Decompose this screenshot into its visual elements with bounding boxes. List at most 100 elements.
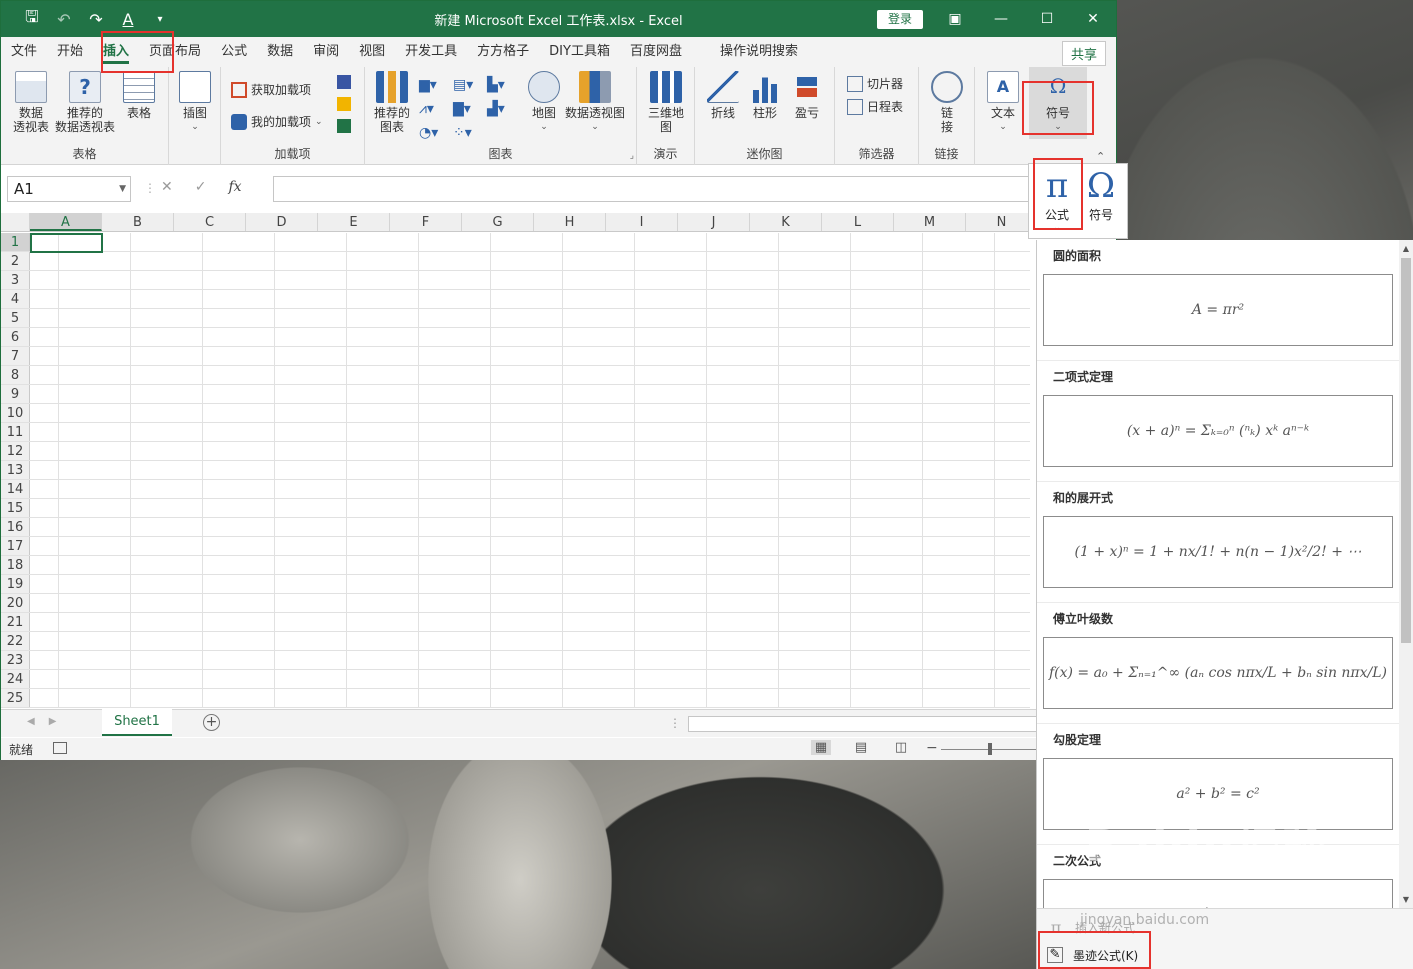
row-cells[interactable] bbox=[30, 442, 1030, 460]
collapse-ribbon-icon[interactable]: ⌃ bbox=[1096, 150, 1105, 163]
column-header[interactable]: N bbox=[966, 213, 1031, 231]
row-header[interactable]: 16 bbox=[1, 518, 30, 536]
equation-item[interactable]: 傅立叶级数 f(x) = a₀ + Σₙ₌₁^∞ (aₙ cos nπx/L + … bbox=[1037, 603, 1399, 724]
tab-0[interactable]: 文件 bbox=[1, 37, 47, 67]
close-icon[interactable]: ✕ bbox=[1070, 1, 1116, 37]
sparkline-line-button[interactable]: 折线 bbox=[703, 71, 743, 120]
row-cells[interactable] bbox=[30, 347, 1030, 365]
select-all-corner[interactable] bbox=[1, 213, 30, 231]
row-cells[interactable] bbox=[30, 594, 1030, 612]
row-cells[interactable] bbox=[30, 252, 1030, 270]
combo-chart-icon[interactable]: ▟▾ bbox=[487, 101, 505, 117]
my-addins-button[interactable]: 我的加载项 ⌄ bbox=[231, 113, 323, 130]
recommended-pivot-button[interactable]: ? 推荐的 数据透视表 bbox=[53, 71, 117, 134]
row-header[interactable]: 21 bbox=[1, 613, 30, 631]
row-header[interactable]: 4 bbox=[1, 290, 30, 308]
get-addins-button[interactable]: 获取加载项 bbox=[231, 81, 311, 98]
tab-6[interactable]: 审阅 bbox=[303, 37, 349, 67]
scroll-up-icon[interactable]: ▲ bbox=[1399, 244, 1413, 253]
equation-item[interactable]: 二项式定理 (x + a)ⁿ = Σₖ₌₀ⁿ (ⁿₖ) xᵏ aⁿ⁻ᵏ bbox=[1037, 361, 1399, 482]
redo-icon[interactable]: ↷ bbox=[83, 10, 109, 29]
row-cells[interactable] bbox=[30, 233, 1030, 251]
row-header[interactable]: 5 bbox=[1, 309, 30, 327]
tab-4[interactable]: 公式 bbox=[211, 37, 257, 67]
slicer-button[interactable]: 切片器 bbox=[847, 75, 903, 92]
row-cells[interactable] bbox=[30, 556, 1030, 574]
column-header[interactable]: K bbox=[750, 213, 822, 231]
row-cells[interactable] bbox=[30, 651, 1030, 669]
row-cells[interactable] bbox=[30, 385, 1030, 403]
column-header[interactable]: F bbox=[390, 213, 462, 231]
row-header[interactable]: 20 bbox=[1, 594, 30, 612]
ribbon-display-icon[interactable]: ▣ bbox=[932, 1, 978, 37]
column-header[interactable]: G bbox=[462, 213, 534, 231]
row-cells[interactable] bbox=[30, 271, 1030, 289]
people-graph-icon[interactable] bbox=[337, 119, 351, 133]
row-header[interactable]: 25 bbox=[1, 689, 30, 707]
timeline-button[interactable]: 日程表 bbox=[847, 98, 903, 115]
equation-preview[interactable]: A = πr² bbox=[1043, 274, 1393, 346]
row-header[interactable]: 9 bbox=[1, 385, 30, 403]
row-cells[interactable] bbox=[30, 575, 1030, 593]
equation-preview[interactable]: (1 + x)ⁿ = 1 + nx/1! + n(n − 1)x²/2! + ⋯ bbox=[1043, 516, 1393, 588]
row-header[interactable]: 12 bbox=[1, 442, 30, 460]
chevron-down-icon[interactable]: ▼ bbox=[119, 177, 126, 201]
tab-1[interactable]: 开始 bbox=[47, 37, 93, 67]
row-header[interactable]: 7 bbox=[1, 347, 30, 365]
row-cells[interactable] bbox=[30, 423, 1030, 441]
sparkline-winloss-button[interactable]: 盈亏 bbox=[787, 71, 827, 120]
zoom-out-icon[interactable]: − bbox=[926, 740, 938, 756]
pivot-chart-button[interactable]: 数据透视图 ⌄ bbox=[563, 71, 627, 134]
row-header[interactable]: 13 bbox=[1, 461, 30, 479]
column-header[interactable]: H bbox=[534, 213, 606, 231]
scroll-down-icon[interactable]: ▼ bbox=[1399, 895, 1413, 904]
tab-9[interactable]: 方方格子 bbox=[467, 37, 539, 67]
column-header[interactable]: J bbox=[678, 213, 750, 231]
bing-icon[interactable] bbox=[337, 97, 351, 111]
undo-icon[interactable]: ↶ bbox=[51, 10, 77, 29]
row-header[interactable]: 17 bbox=[1, 537, 30, 555]
text-button[interactable]: A 文本 ⌄ bbox=[985, 71, 1021, 134]
row-header[interactable]: 3 bbox=[1, 271, 30, 289]
row-cells[interactable] bbox=[30, 518, 1030, 536]
equation-item[interactable]: 圆的面积 A = πr² bbox=[1037, 240, 1399, 361]
row-header[interactable]: 24 bbox=[1, 670, 30, 688]
column-header[interactable]: D bbox=[246, 213, 318, 231]
horizontal-scrollbar[interactable] bbox=[688, 716, 1038, 732]
row-cells[interactable] bbox=[30, 328, 1030, 346]
column-chart-icon[interactable]: ▆▾ bbox=[419, 77, 437, 93]
row-header[interactable]: 18 bbox=[1, 556, 30, 574]
active-cell[interactable] bbox=[30, 233, 103, 253]
row-cells[interactable] bbox=[30, 537, 1030, 555]
map-chart-button[interactable]: 地图 ⌄ bbox=[525, 71, 563, 134]
symbol-button[interactable]: Ω 符号 bbox=[1077, 166, 1125, 236]
tab-8[interactable]: 开发工具 bbox=[395, 37, 467, 67]
row-cells[interactable] bbox=[30, 670, 1030, 688]
waterfall-chart-icon[interactable]: ▙▾ bbox=[487, 77, 505, 93]
cancel-icon[interactable]: ✕ bbox=[161, 179, 173, 195]
tab-12[interactable]: 操作说明搜索 bbox=[710, 37, 808, 67]
macro-record-icon[interactable] bbox=[53, 742, 67, 754]
row-cells[interactable] bbox=[30, 632, 1030, 650]
column-header[interactable]: I bbox=[606, 213, 678, 231]
row-cells[interactable] bbox=[30, 404, 1030, 422]
row-header[interactable]: 10 bbox=[1, 404, 30, 422]
normal-view-icon[interactable]: ▦ bbox=[811, 740, 831, 755]
recommended-charts-button[interactable]: 推荐的 图表 bbox=[371, 71, 413, 134]
minimize-icon[interactable]: — bbox=[978, 1, 1024, 37]
name-box[interactable]: A1 ▼ bbox=[7, 176, 131, 202]
row-header[interactable]: 23 bbox=[1, 651, 30, 669]
stat-chart-icon[interactable]: ▇▾ bbox=[453, 101, 471, 117]
link-button[interactable]: 链 接 bbox=[929, 71, 965, 134]
row-header[interactable]: 19 bbox=[1, 575, 30, 593]
hierarchy-chart-icon[interactable]: ▤▾ bbox=[453, 77, 473, 93]
column-header[interactable]: B bbox=[102, 213, 174, 231]
gallery-scroll-thumb[interactable] bbox=[1401, 258, 1411, 643]
tab-11[interactable]: 百度网盘 bbox=[620, 37, 692, 67]
table-button[interactable]: 表格 bbox=[119, 71, 159, 120]
scatter-chart-icon[interactable]: ⁘▾ bbox=[453, 125, 472, 141]
row-header[interactable]: 22 bbox=[1, 632, 30, 650]
row-cells[interactable] bbox=[30, 613, 1030, 631]
row-header[interactable]: 1 bbox=[1, 233, 30, 251]
tab-5[interactable]: 数据 bbox=[257, 37, 303, 67]
